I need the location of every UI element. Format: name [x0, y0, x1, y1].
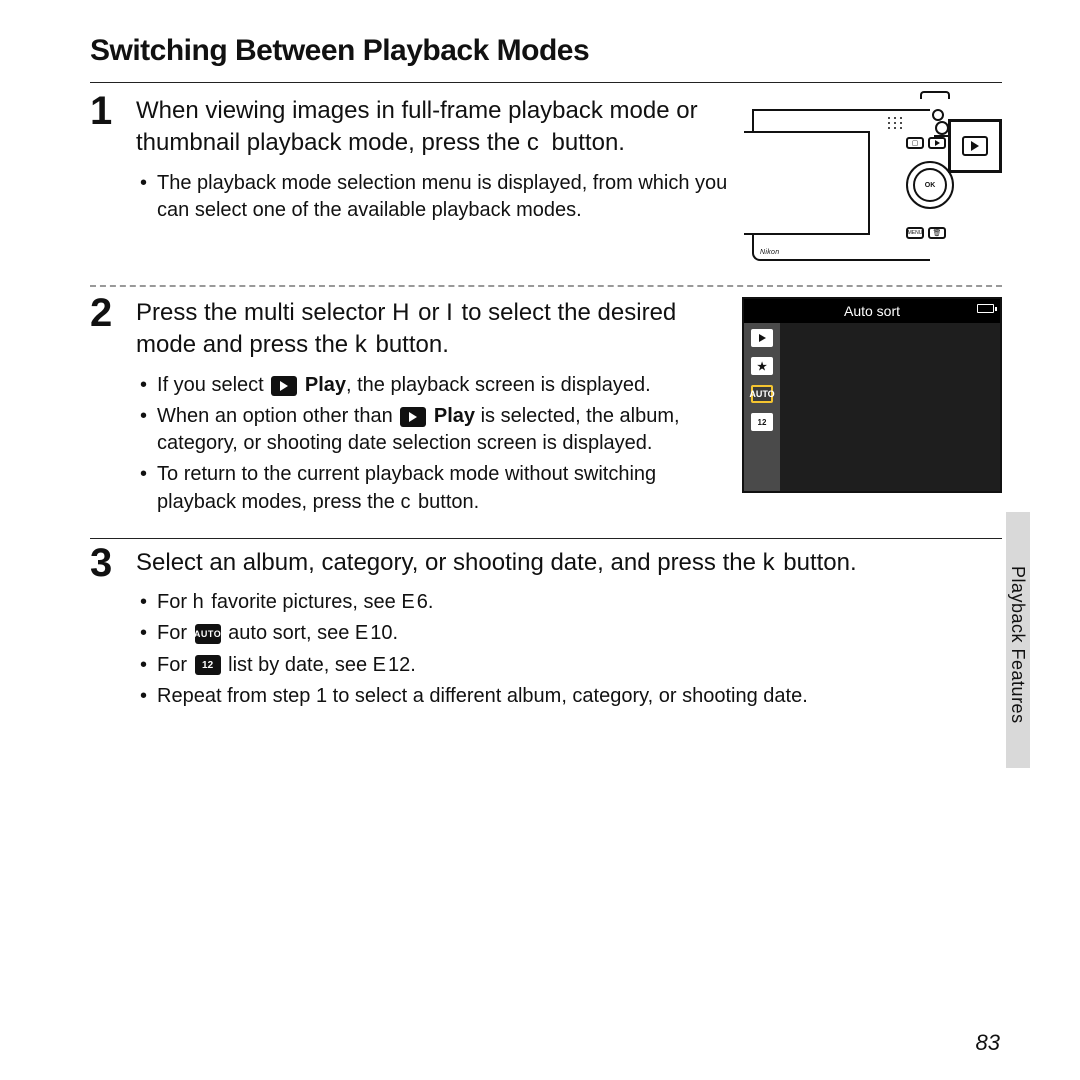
- lcd-mode-strip: AUTO 12: [744, 323, 780, 491]
- play-label: Play: [434, 405, 475, 427]
- auto-sort-screen: Auto sort AUTO 12: [742, 297, 1002, 493]
- camera-controls: ▢ OK MENU 🗑: [892, 103, 952, 263]
- text: 10.: [370, 623, 398, 645]
- camera-small-button: ▢: [906, 137, 924, 149]
- step-number-2: 2: [90, 293, 122, 333]
- text: favorite pictures, see: [206, 591, 402, 613]
- list-item: The playback mode selection menu is disp…: [140, 170, 738, 224]
- auto-sort-icon: AUTO: [195, 624, 221, 644]
- rule-dashed: [90, 285, 1002, 287]
- ok-button-symbol: k: [763, 549, 777, 576]
- list-item: Repeat from step 1 to select a different…: [140, 683, 1002, 710]
- step-3-body: Select an album, category, or shooting d…: [136, 547, 1002, 714]
- manual-page: Switching Between Playback Modes 1 Nikon: [0, 0, 1080, 1080]
- lamp-icon: [932, 109, 944, 121]
- rule-solid: [90, 538, 1002, 539]
- camera-brand-label: Nikon: [760, 249, 779, 256]
- text: The playback mode selection menu is disp…: [157, 172, 727, 221]
- lcd-auto-sort-icon: AUTO: [751, 385, 773, 403]
- list-item: To return to the current playback mode w…: [140, 461, 728, 515]
- rule-top: [90, 82, 1002, 83]
- reference-section-symbol: E: [401, 591, 416, 613]
- camera-menu-button: MENU: [906, 227, 924, 239]
- text: For: [157, 591, 193, 613]
- step-2-body: Auto sort AUTO 12 Press the multi select…: [136, 297, 1002, 520]
- step-3: 3 Select an album, category, or shooting…: [90, 547, 1002, 714]
- ok-button-symbol: k: [355, 331, 369, 358]
- mode-disc-icon: [935, 121, 949, 135]
- text: list by date, see: [223, 654, 373, 676]
- down-symbol: I: [446, 299, 455, 326]
- text: For: [157, 654, 193, 676]
- section-side-label: Playback Features: [1007, 566, 1028, 724]
- list-item: When an option other than Play is select…: [140, 403, 728, 457]
- text: button.: [777, 549, 857, 576]
- ok-label: OK: [925, 182, 936, 189]
- step-number-1: 1: [90, 91, 122, 131]
- text: , the playback screen is displayed.: [346, 374, 651, 396]
- step-2: 2 Auto sort AUTO 12 Press the multi sele…: [90, 297, 1002, 520]
- multi-selector-dial: OK: [906, 161, 954, 209]
- lcd-list-by-date-icon: 12: [751, 413, 773, 431]
- step-3-heading: Select an album, category, or shooting d…: [136, 547, 1002, 579]
- lcd-favorite-icon: [751, 357, 773, 375]
- list-item: For 12 list by date, see E12.: [140, 652, 1002, 679]
- favorite-symbol: h: [193, 591, 206, 613]
- step-number-3: 3: [90, 543, 122, 583]
- list-item: For AUTO auto sort, see E10.: [140, 620, 1002, 647]
- play-icon: [271, 376, 297, 396]
- lcd-play-icon: [751, 329, 773, 347]
- playback-button-callout: [948, 119, 1002, 173]
- page-number: 83: [976, 1030, 1000, 1056]
- camera-delete-button: 🗑: [928, 227, 946, 239]
- playback-button-symbol: c: [527, 129, 545, 156]
- speaker-holes-icon: [888, 117, 902, 133]
- battery-icon: [977, 304, 994, 313]
- camera-lcd-outline: [744, 131, 870, 235]
- list-item: If you select Play, the playback screen …: [140, 372, 728, 399]
- play-label: Play: [305, 374, 346, 396]
- play-icon: [400, 407, 426, 427]
- text: Press the multi selector: [136, 299, 392, 326]
- step-3-bullets: For h favorite pictures, see E6. For AUT…: [136, 589, 1002, 710]
- text: or: [411, 299, 446, 326]
- step-1: 1 Nikon ▢ OK: [90, 95, 1002, 269]
- camera-playback-button: [928, 137, 946, 149]
- text: button.: [412, 491, 479, 513]
- playback-button-symbol: c: [400, 491, 412, 513]
- reference-section-symbol: E: [373, 654, 388, 676]
- text: When an option other than: [157, 405, 398, 427]
- text: For: [157, 623, 193, 645]
- camera-back-illustration: Nikon ▢ OK MENU 🗑: [752, 95, 1002, 269]
- up-symbol: H: [392, 299, 411, 326]
- text: Repeat from step 1 to select a different…: [157, 685, 808, 707]
- reference-section-symbol: E: [355, 623, 370, 645]
- text: If you select: [157, 374, 269, 396]
- list-item: For h favorite pictures, see E6.: [140, 589, 1002, 616]
- step-1-body: Nikon ▢ OK MENU 🗑: [136, 95, 1002, 269]
- lcd-main-area: [780, 323, 1000, 491]
- playback-icon: [962, 136, 988, 156]
- list-by-date-icon: 12: [195, 655, 221, 675]
- text: 12.: [388, 654, 416, 676]
- text: auto sort, see: [223, 623, 355, 645]
- text: Select an album, category, or shooting d…: [136, 549, 763, 576]
- lcd-title: Auto sort: [744, 303, 1000, 319]
- text: 6.: [417, 591, 434, 613]
- text: button.: [369, 331, 449, 358]
- page-title: Switching Between Playback Modes: [90, 34, 1002, 68]
- text: button.: [545, 129, 625, 156]
